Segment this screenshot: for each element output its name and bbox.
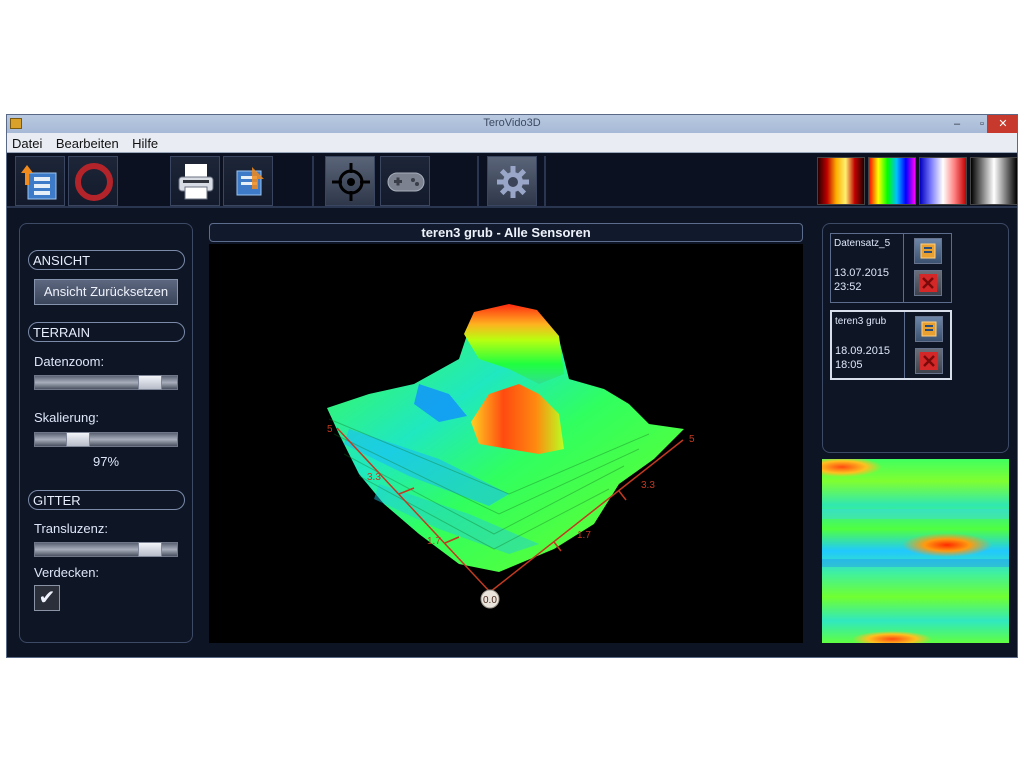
axis-label-origin: 0.0 [483,595,497,606]
settings-gear-icon [497,166,529,198]
reset-view-button[interactable]: Ansicht Zurücksetzen [34,279,178,305]
toolbar-separator [544,156,546,206]
menu-hilfe[interactable]: Hilfe [127,133,162,151]
load-dataset-button[interactable] [914,238,942,264]
axis-label-left-mid1: 3.3 [367,472,381,483]
skalierung-label: Skalierung: [34,410,100,425]
transluzenz-slider[interactable] [34,542,178,557]
window-title: TeroVido3D [483,117,541,129]
axis-label-right-mid2: 1.7 [577,530,591,541]
menu-bearbeiten[interactable]: Bearbeiten [51,133,123,151]
slider-thumb[interactable] [138,542,162,557]
slider-thumb[interactable] [138,375,162,390]
axis-label-left-max: 5 [327,424,333,435]
dataset-date-day: 18.09.2015 [835,345,891,357]
toolbar-separator [477,156,479,206]
dataset-date-time: 18:05 [835,359,863,371]
crosshair-button[interactable] [325,156,375,206]
menu-datei[interactable]: Datei [7,133,46,151]
dataset-item-selected[interactable]: teren3 grub 18.09.2015 18:05 [830,310,952,380]
palette-bluered[interactable] [919,157,967,205]
menu-bar: Datei Bearbeiten Hilfe [7,133,1017,153]
print-button[interactable] [170,156,220,206]
load-file-icon [21,165,57,200]
transluzenz-label: Transluzenz: [34,521,108,536]
datenzoom-slider[interactable] [34,375,178,390]
export-icon [236,167,264,196]
gamepad-icon [387,172,425,192]
section-terrain: TERRAIN [28,322,185,342]
dataset-date: 13.07.2015 23:52 [834,266,889,294]
axis-label-left-mid2: 1.7 [427,536,441,547]
toolbar [7,154,1017,208]
dataset-name: Datensatz_5 [834,238,891,249]
load-dataset-button[interactable] [915,316,943,342]
close-button[interactable]: ✕ [987,115,1017,133]
verdecken-label: Verdecken: [34,565,100,580]
palette-gray[interactable] [970,157,1017,205]
settings-panel: ANSICHT Ansicht Zurücksetzen TERRAIN Dat… [19,223,193,643]
export-button[interactable] [223,156,273,206]
heatmap-preview[interactable] [822,459,1009,643]
datenzoom-label: Datenzoom: [34,354,105,369]
slider-thumb[interactable] [66,432,90,447]
dataset-name: teren3 grub [835,316,887,327]
view-title: teren3 grub - Alle Sensoren [209,223,803,242]
dataset-divider [903,234,904,302]
minimize-button[interactable]: – [944,115,970,133]
delete-icon [920,352,938,370]
dataset-panel: Datensatz_5 13.07.2015 23:52 teren3 grub… [822,223,1009,453]
skalierung-slider[interactable] [34,432,178,447]
settings-button[interactable] [487,156,537,206]
axis-label-right-mid1: 3.3 [641,480,655,491]
section-gitter: GITTER [28,490,185,510]
dataset-item[interactable]: Datensatz_5 13.07.2015 23:52 [830,233,952,303]
skalierung-value: 97% [92,454,120,469]
palette-heat[interactable] [817,157,865,205]
title-bar: TeroVido3D – ▫ ✕ [7,115,1017,133]
axis-label-right-max: 5 [689,434,695,445]
dataset-divider [904,312,905,378]
toolbar-separator [312,156,314,206]
terrain-3d-render[interactable]: 5 3.3 1.7 5 3.3 1.7 0.0 [209,244,803,643]
delete-icon [919,274,937,292]
gamepad-button[interactable] [380,156,430,206]
record-icon [75,163,113,201]
load-dataset-icon [920,243,936,259]
crosshair-icon [332,163,370,201]
dataset-date-time: 23:52 [834,281,862,293]
palette-rainbow[interactable] [868,157,916,205]
delete-dataset-button[interactable] [915,348,943,374]
load-file-button[interactable] [15,156,65,206]
verdecken-checkbox[interactable]: ✔ [34,585,60,611]
3d-viewport[interactable]: 5 3.3 1.7 5 3.3 1.7 0.0 [209,244,803,643]
section-ansicht: ANSICHT [28,250,185,270]
app-window: TeroVido3D – ▫ ✕ Datei Bearbeiten Hilfe [6,114,1018,658]
dataset-date-day: 13.07.2015 [834,267,890,279]
load-dataset-icon [921,321,937,337]
dataset-date: 18.09.2015 18:05 [835,344,890,372]
delete-dataset-button[interactable] [914,270,942,296]
print-icon [178,164,214,200]
record-button[interactable] [68,156,118,206]
heatmap-image [822,459,1009,643]
